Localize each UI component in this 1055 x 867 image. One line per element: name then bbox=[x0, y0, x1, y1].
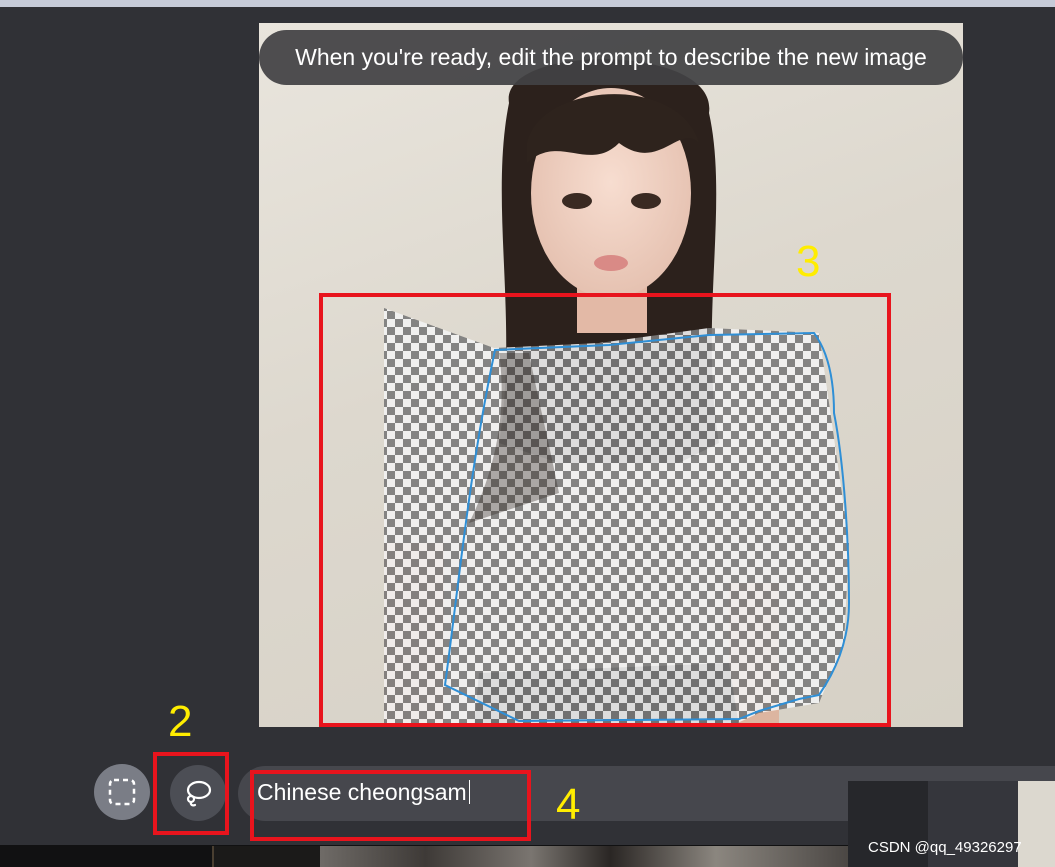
image-strip-thumb[interactable] bbox=[212, 846, 322, 867]
annotation-box-prompt bbox=[250, 770, 531, 841]
tooltip: When you're ready, edit the prompt to de… bbox=[259, 30, 963, 85]
watermark: CSDN @qq_49326297 bbox=[868, 839, 1022, 856]
dashed-rectangle-icon bbox=[108, 778, 136, 806]
annotation-label-3: 3 bbox=[796, 237, 821, 286]
annotation-label-2: 2 bbox=[168, 697, 193, 746]
annotation-box-lasso bbox=[153, 752, 229, 835]
annotation-label-4: 4 bbox=[556, 780, 581, 829]
rectangle-select-button[interactable] bbox=[94, 764, 150, 820]
image-strip-thumb[interactable] bbox=[320, 846, 848, 867]
window-top-edge bbox=[0, 0, 1055, 7]
thumbnail-light[interactable] bbox=[1018, 781, 1055, 867]
annotation-box-selection bbox=[319, 293, 891, 727]
